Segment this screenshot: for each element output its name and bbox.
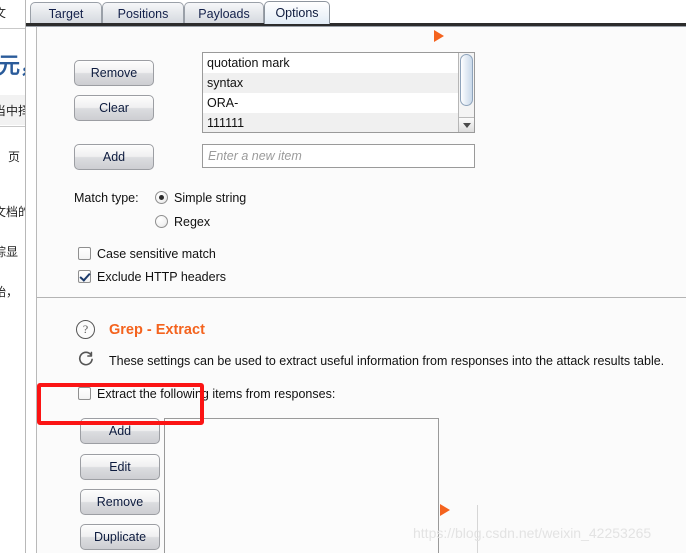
left-fragment-0: 文 <box>0 4 6 21</box>
extract-remove-button-label: Remove <box>96 495 144 509</box>
extract-remove-button[interactable]: Remove <box>80 489 160 515</box>
extract-edit-button[interactable]: Edit <box>80 454 160 480</box>
help-icon-glyph: ? <box>82 322 89 336</box>
left-fragment-6: 始， <box>0 285 19 299</box>
list-item[interactable]: 111111 <box>203 113 474 132</box>
tab-target[interactable]: Target <box>30 2 102 24</box>
tab-payloads[interactable]: Payloads <box>184 2 264 24</box>
checkbox-exclude-http-headers-label: Exclude HTTP headers <box>97 270 226 284</box>
section-divider <box>37 297 686 298</box>
tab-positions-label: Positions <box>117 6 169 21</box>
tab-strip: Target Positions Payloads Options <box>26 0 686 24</box>
radio-regex[interactable] <box>155 215 168 228</box>
checkbox-extract-items[interactable] <box>78 387 91 400</box>
clear-button[interactable]: Clear <box>74 95 154 121</box>
tab-options[interactable]: Options <box>264 1 330 24</box>
radio-regex-label: Regex <box>174 215 211 229</box>
tab-positions[interactable]: Positions <box>102 2 184 24</box>
extract-duplicate-button[interactable]: Duplicate <box>80 524 160 550</box>
left-fragment-4: 文档的 <box>0 205 25 219</box>
checkbox-extract-items-label: Extract the following items from respons… <box>97 387 336 401</box>
new-item-input[interactable]: Enter a new item <box>202 144 475 168</box>
remove-button[interactable]: Remove <box>74 60 154 86</box>
chevron-down-icon <box>462 122 471 128</box>
grep-extract-description: These settings can be used to extract us… <box>109 354 665 368</box>
list-item[interactable]: quotation mark <box>203 53 474 73</box>
checkbox-case-sensitive[interactable] <box>78 247 91 260</box>
left-fragment-2: 当中择 <box>0 104 25 118</box>
scrollbar-thumb[interactable] <box>460 54 473 106</box>
refresh-icon[interactable] <box>77 350 95 368</box>
extract-add-button[interactable]: Add <box>80 418 160 444</box>
expand-marker-icon-bottom[interactable] <box>440 504 450 516</box>
options-panel: Remove Clear Add quotation mark syntax O… <box>36 27 686 553</box>
help-icon[interactable]: ? <box>76 320 95 339</box>
match-type-label: Match type: <box>74 191 139 205</box>
scrollbar-down-button[interactable] <box>459 117 474 132</box>
extract-duplicate-button-label: Duplicate <box>93 530 147 544</box>
screenshot-root: 文 元， 当中择 页 文档的 踪显 始， Target Positions Pa… <box>0 0 686 553</box>
tab-options-label: Options <box>275 6 319 20</box>
grep-extract-title: Grep - Extract <box>109 322 205 338</box>
grep-match-list[interactable]: quotation mark syntax ORA- 111111 <box>202 52 475 133</box>
left-rule-2 <box>0 126 25 127</box>
left-fragment-5: 踪显 <box>0 245 19 259</box>
checkbox-exclude-http-headers[interactable] <box>78 270 91 283</box>
list-item[interactable]: ORA- <box>203 93 474 113</box>
left-document-margin: 文 元， 当中择 页 文档的 踪显 始， <box>0 0 26 553</box>
radio-simple-string[interactable] <box>155 191 168 204</box>
add-match-item-button-label: Add <box>102 150 126 164</box>
left-fragment-1: 元， <box>0 54 25 79</box>
left-fragment-3: 页 <box>8 150 21 164</box>
checkbox-case-sensitive-label: Case sensitive match <box>97 247 216 261</box>
add-match-item-button[interactable]: Add <box>74 144 154 170</box>
extract-results-list[interactable] <box>164 418 439 553</box>
list-vertical-scrollbar[interactable] <box>458 53 474 132</box>
watermark: https://blog.csdn.net/weixin_42253265 <box>413 525 652 541</box>
list-item[interactable]: syntax <box>203 73 474 93</box>
extract-add-button-label: Add <box>108 424 132 438</box>
expand-marker-icon-top[interactable] <box>434 30 444 42</box>
tab-target-label: Target <box>48 6 84 21</box>
tab-payloads-label: Payloads <box>198 6 250 21</box>
left-rule-1 <box>0 28 25 29</box>
clear-button-label: Clear <box>99 101 129 115</box>
extract-edit-button-label: Edit <box>109 460 131 474</box>
remove-button-label: Remove <box>90 66 138 80</box>
radio-simple-string-label: Simple string <box>174 191 247 205</box>
